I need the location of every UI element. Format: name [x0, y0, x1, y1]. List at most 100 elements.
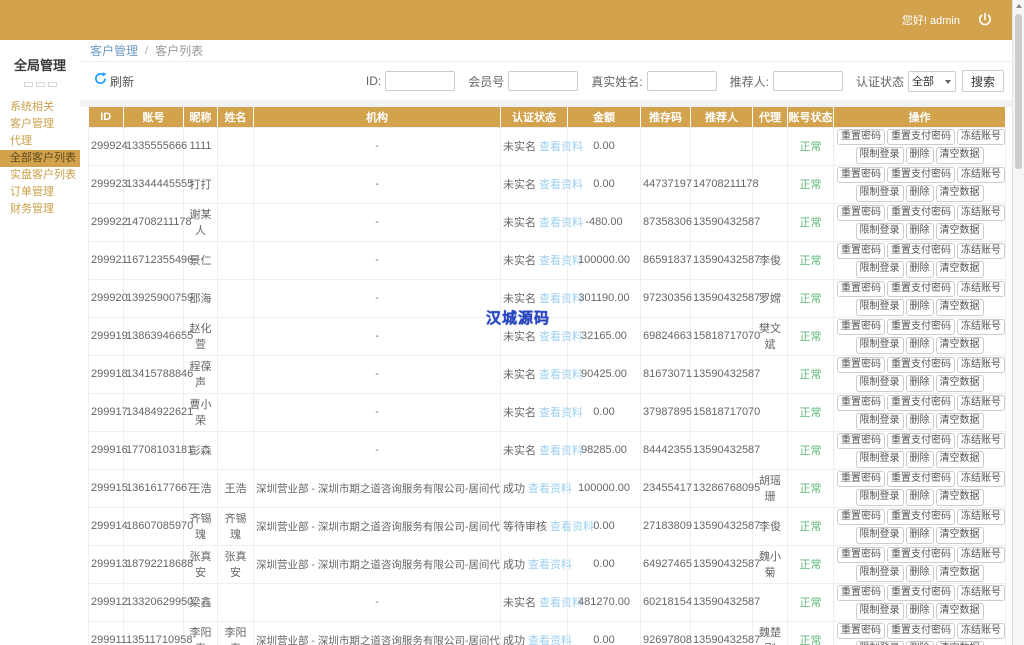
- clear-data-button[interactable]: 清空数据: [936, 527, 984, 544]
- reset-pay-password-button[interactable]: 重置支付密码: [887, 281, 955, 298]
- view-profile-link[interactable]: 查看资料: [528, 483, 572, 495]
- delete-button[interactable]: 删除: [906, 527, 934, 544]
- view-profile-link[interactable]: 查看资料: [550, 521, 594, 533]
- sidebar-item-3[interactable]: 全部客户列表: [0, 150, 80, 167]
- clear-data-button[interactable]: 清空数据: [936, 375, 984, 392]
- freeze-account-button[interactable]: 冻结账号: [957, 357, 1005, 374]
- view-profile-link[interactable]: 查看资料: [539, 331, 583, 343]
- scrollbar-thumb[interactable]: [1015, 14, 1022, 169]
- reset-pay-password-button[interactable]: 重置支付密码: [887, 433, 955, 450]
- restrict-login-button[interactable]: 限制登录: [856, 451, 904, 468]
- restrict-login-button[interactable]: 限制登录: [856, 413, 904, 430]
- freeze-account-button[interactable]: 冻结账号: [957, 585, 1005, 602]
- restrict-login-button[interactable]: 限制登录: [856, 375, 904, 392]
- reset-pay-password-button[interactable]: 重置支付密码: [887, 167, 955, 184]
- delete-button[interactable]: 删除: [906, 451, 934, 468]
- reset-pay-password-button[interactable]: 重置支付密码: [887, 243, 955, 260]
- restrict-login-button[interactable]: 限制登录: [856, 603, 904, 620]
- view-profile-link[interactable]: 查看资料: [539, 293, 583, 305]
- reset-pay-password-button[interactable]: 重置支付密码: [887, 205, 955, 222]
- sidebar-item-1[interactable]: 客户管理: [0, 116, 80, 133]
- clear-data-button[interactable]: 清空数据: [936, 223, 984, 240]
- clear-data-button[interactable]: 清空数据: [936, 489, 984, 506]
- delete-button[interactable]: 删除: [906, 641, 934, 645]
- sidebar-item-5[interactable]: 订单管理: [0, 184, 80, 201]
- view-profile-link[interactable]: 查看资料: [539, 141, 583, 153]
- restrict-login-button[interactable]: 限制登录: [856, 641, 904, 645]
- reset-pay-password-button[interactable]: 重置支付密码: [887, 547, 955, 564]
- clear-data-button[interactable]: 清空数据: [936, 451, 984, 468]
- freeze-account-button[interactable]: 冻结账号: [957, 243, 1005, 260]
- reset-password-button[interactable]: 重置密码: [837, 509, 885, 526]
- reset-pay-password-button[interactable]: 重置支付密码: [887, 395, 955, 412]
- freeze-account-button[interactable]: 冻结账号: [957, 395, 1005, 412]
- freeze-account-button[interactable]: 冻结账号: [957, 547, 1005, 564]
- freeze-account-button[interactable]: 冻结账号: [957, 433, 1005, 450]
- freeze-account-button[interactable]: 冻结账号: [957, 167, 1005, 184]
- reset-pay-password-button[interactable]: 重置支付密码: [887, 129, 955, 146]
- delete-button[interactable]: 删除: [906, 147, 934, 164]
- delete-button[interactable]: 删除: [906, 489, 934, 506]
- scroll-up-arrow-icon[interactable]: [1013, 0, 1024, 12]
- search-button[interactable]: 搜索: [962, 70, 1004, 92]
- filter-input-2[interactable]: [647, 71, 717, 91]
- restrict-login-button[interactable]: 限制登录: [856, 299, 904, 316]
- reset-password-button[interactable]: 重置密码: [837, 433, 885, 450]
- reset-password-button[interactable]: 重置密码: [837, 471, 885, 488]
- restrict-login-button[interactable]: 限制登录: [856, 565, 904, 582]
- reset-pay-password-button[interactable]: 重置支付密码: [887, 509, 955, 526]
- scrollbar[interactable]: [1012, 0, 1024, 645]
- delete-button[interactable]: 删除: [906, 185, 934, 202]
- freeze-account-button[interactable]: 冻结账号: [957, 319, 1005, 336]
- delete-button[interactable]: 删除: [906, 565, 934, 582]
- refresh-button[interactable]: 刷新: [94, 72, 134, 90]
- filter-input-1[interactable]: [508, 71, 578, 91]
- view-profile-link[interactable]: 查看资料: [539, 179, 583, 191]
- auth-status-select[interactable]: 全部: [908, 71, 956, 92]
- view-profile-link[interactable]: 查看资料: [539, 407, 583, 419]
- sidebar-item-0[interactable]: 系统相关: [0, 99, 80, 116]
- freeze-account-button[interactable]: 冻结账号: [957, 623, 1005, 640]
- clear-data-button[interactable]: 清空数据: [936, 261, 984, 278]
- reset-password-button[interactable]: 重置密码: [837, 319, 885, 336]
- filter-input-3[interactable]: [773, 71, 843, 91]
- view-profile-link[interactable]: 查看资料: [539, 445, 583, 457]
- view-profile-link[interactable]: 查看资料: [528, 635, 572, 645]
- reset-password-button[interactable]: 重置密码: [837, 357, 885, 374]
- reset-password-button[interactable]: 重置密码: [837, 205, 885, 222]
- sidebar-item-4[interactable]: 实盘客户列表: [0, 167, 80, 184]
- clear-data-button[interactable]: 清空数据: [936, 337, 984, 354]
- reset-password-button[interactable]: 重置密码: [837, 395, 885, 412]
- reset-password-button[interactable]: 重置密码: [837, 243, 885, 260]
- delete-button[interactable]: 删除: [906, 299, 934, 316]
- freeze-account-button[interactable]: 冻结账号: [957, 471, 1005, 488]
- freeze-account-button[interactable]: 冻结账号: [957, 129, 1005, 146]
- reset-password-button[interactable]: 重置密码: [837, 547, 885, 564]
- delete-button[interactable]: 删除: [906, 603, 934, 620]
- restrict-login-button[interactable]: 限制登录: [856, 261, 904, 278]
- view-profile-link[interactable]: 查看资料: [528, 559, 572, 571]
- reset-password-button[interactable]: 重置密码: [837, 623, 885, 640]
- freeze-account-button[interactable]: 冻结账号: [957, 509, 1005, 526]
- sidebar-item-2[interactable]: 代理: [0, 133, 80, 150]
- restrict-login-button[interactable]: 限制登录: [856, 337, 904, 354]
- clear-data-button[interactable]: 清空数据: [936, 147, 984, 164]
- delete-button[interactable]: 删除: [906, 375, 934, 392]
- clear-data-button[interactable]: 清空数据: [936, 641, 984, 645]
- restrict-login-button[interactable]: 限制登录: [856, 223, 904, 240]
- reset-password-button[interactable]: 重置密码: [837, 129, 885, 146]
- delete-button[interactable]: 删除: [906, 413, 934, 430]
- clear-data-button[interactable]: 清空数据: [936, 565, 984, 582]
- restrict-login-button[interactable]: 限制登录: [856, 147, 904, 164]
- view-profile-link[interactable]: 查看资料: [539, 369, 583, 381]
- reset-pay-password-button[interactable]: 重置支付密码: [887, 357, 955, 374]
- delete-button[interactable]: 删除: [906, 337, 934, 354]
- view-profile-link[interactable]: 查看资料: [539, 597, 583, 609]
- logout-power-icon[interactable]: [976, 11, 994, 29]
- filter-input-0[interactable]: [385, 71, 455, 91]
- restrict-login-button[interactable]: 限制登录: [856, 185, 904, 202]
- freeze-account-button[interactable]: 冻结账号: [957, 205, 1005, 222]
- clear-data-button[interactable]: 清空数据: [936, 299, 984, 316]
- restrict-login-button[interactable]: 限制登录: [856, 489, 904, 506]
- clear-data-button[interactable]: 清空数据: [936, 603, 984, 620]
